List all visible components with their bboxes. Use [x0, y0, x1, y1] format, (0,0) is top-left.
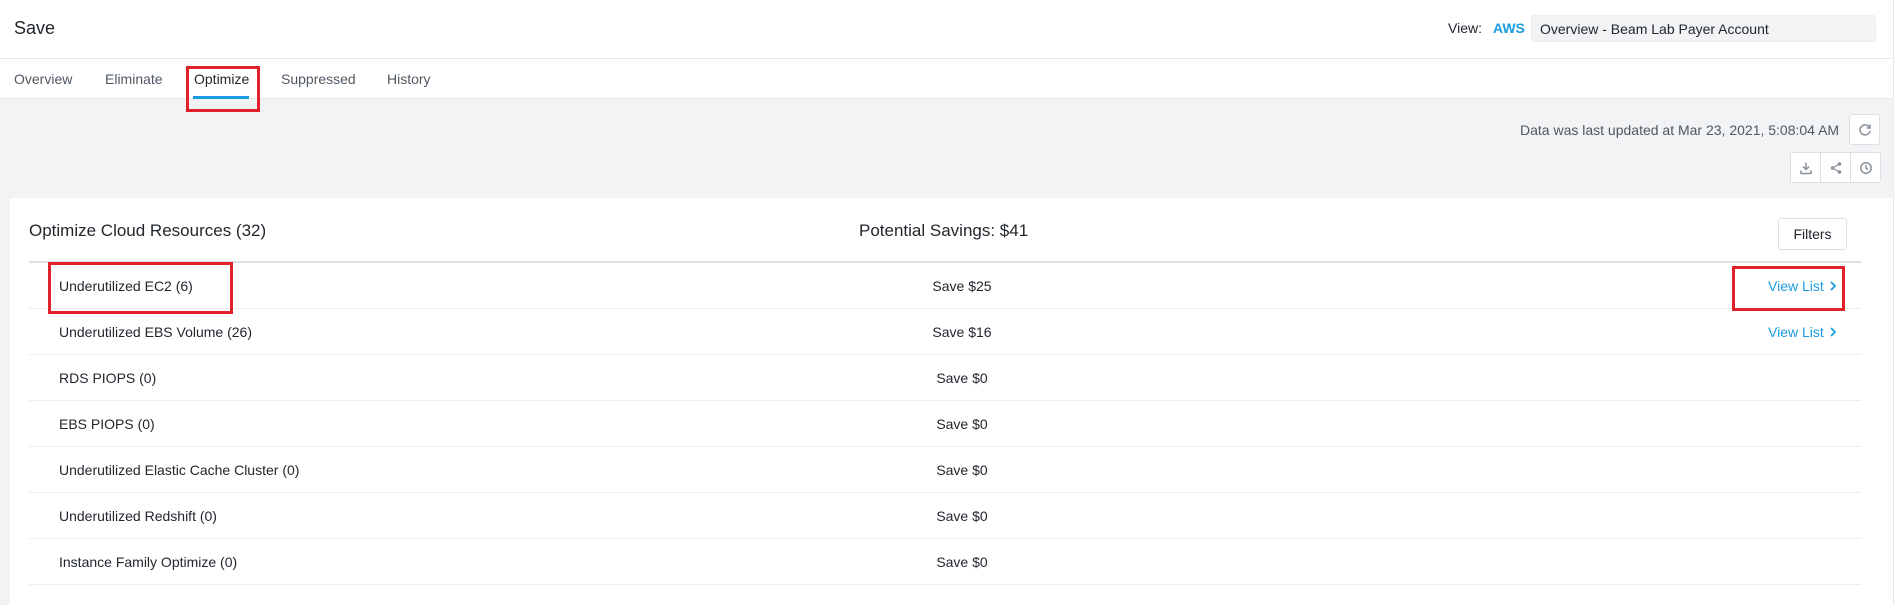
view-list-link[interactable]: View List: [1768, 324, 1837, 340]
row-savings: Save $16: [932, 324, 992, 340]
schedule-icon: [1859, 161, 1872, 174]
top-bar: Save View: AWS Overview - Beam Lab Payer…: [0, 0, 1899, 59]
tab-eliminate[interactable]: Eliminate: [105, 71, 163, 87]
row-savings: Save $0: [936, 370, 988, 386]
table-row: Underutilized EBS Volume (26) Save $16 V…: [29, 309, 1861, 355]
table-row: RDS PIOPS (0) Save $0: [29, 355, 1861, 401]
table-row: Instance Family Optimize (0) Save $0: [29, 539, 1861, 585]
tab-overview[interactable]: Overview: [14, 71, 72, 87]
page-title: Save: [14, 18, 56, 38]
refresh-icon: [1858, 123, 1871, 136]
potential-savings: Potential Savings: $41: [859, 221, 1029, 240]
download-icon: [1799, 162, 1812, 174]
row-savings: Save $0: [936, 554, 988, 570]
last-updated-text: Data was last updated at Mar 23, 2021, 5…: [1520, 122, 1840, 138]
tab-bar: Overview Eliminate Optimize Suppressed H…: [0, 59, 1893, 99]
download-button[interactable]: [1790, 152, 1821, 183]
table-row: EBS PIOPS (0) Save $0: [29, 401, 1861, 447]
view-list-label: View List: [1768, 324, 1824, 340]
row-savings: Save $0: [936, 508, 988, 524]
cloud-selector[interactable]: AWS: [1493, 20, 1525, 36]
table-row: Underutilized Redshift (0) Save $0: [29, 493, 1861, 539]
row-savings: Save $0: [936, 416, 988, 432]
highlight-box-ec2-row: [48, 262, 233, 314]
account-select[interactable]: Overview - Beam Lab Payer Account: [1531, 15, 1876, 42]
share-icon: [1830, 161, 1841, 174]
row-name: Underutilized Redshift (0): [59, 508, 217, 524]
schedule-button[interactable]: [1850, 152, 1881, 183]
row-name: Underutilized Elastic Cache Cluster (0): [59, 462, 300, 478]
highlight-box-optimize-tab: [186, 66, 260, 112]
optimize-card: Optimize Cloud Resources (32) Potential …: [10, 198, 1893, 605]
filters-button[interactable]: Filters: [1778, 218, 1847, 250]
row-name: Instance Family Optimize (0): [59, 554, 238, 570]
table-row: Underutilized EC2 (6) Save $25 View List: [29, 263, 1861, 309]
row-name: Underutilized EBS Volume (26): [59, 324, 252, 340]
row-name: RDS PIOPS (0): [59, 370, 157, 386]
row-savings: Save $25: [932, 278, 992, 294]
table-row: Underutilized Elastic Cache Cluster (0) …: [29, 447, 1861, 493]
tab-suppressed[interactable]: Suppressed: [281, 71, 356, 87]
refresh-button[interactable]: [1849, 114, 1880, 145]
share-button[interactable]: [1820, 152, 1851, 183]
view-label: View:: [1448, 20, 1482, 36]
highlight-box-view-list: [1732, 266, 1845, 311]
chevron-right-icon: [1830, 327, 1837, 337]
card-title: Optimize Cloud Resources (32): [29, 221, 267, 240]
row-name: EBS PIOPS (0): [59, 416, 155, 432]
scrollbar[interactable]: [1893, 0, 1899, 605]
tab-history[interactable]: History: [387, 71, 431, 87]
row-savings: Save $0: [936, 462, 988, 478]
